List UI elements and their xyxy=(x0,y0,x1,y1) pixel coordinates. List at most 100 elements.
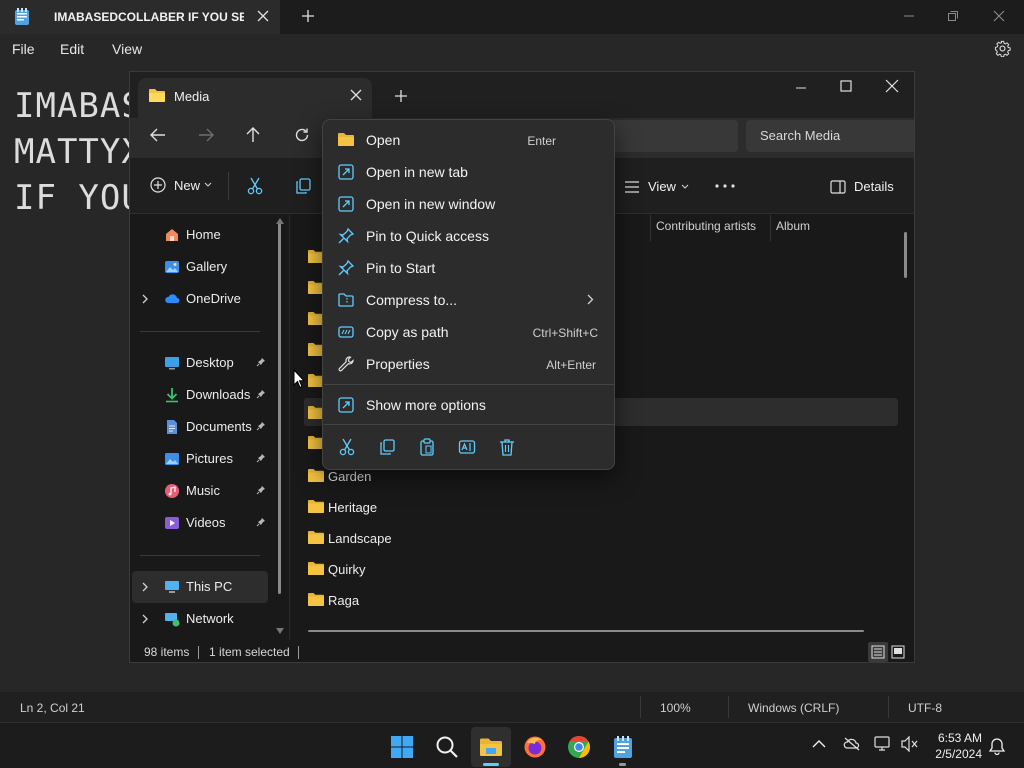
close-window-icon[interactable] xyxy=(885,79,899,93)
menu-file[interactable]: File xyxy=(12,41,35,57)
sidebar-item-network[interactable]: Network xyxy=(130,603,280,635)
sidebar-item-pictures[interactable]: Pictures xyxy=(130,443,280,475)
tiles-layout-icon[interactable] xyxy=(891,645,905,659)
line-ending[interactable]: Windows (CRLF) xyxy=(748,701,839,715)
settings-gear-icon[interactable] xyxy=(994,40,1011,57)
sidebar-item-this-pc[interactable]: This PC xyxy=(132,571,268,603)
list-item[interactable]: Heritage xyxy=(304,491,894,522)
menu-item-properties[interactable]: Properties Alt+Enter xyxy=(327,348,610,380)
menu-item-copy-as-path[interactable]: Copy as path Ctrl+Shift+C xyxy=(327,316,610,348)
taskbar-notepad[interactable] xyxy=(603,727,643,767)
volume-muted-icon[interactable] xyxy=(901,736,919,752)
copy-icon[interactable] xyxy=(379,439,395,455)
network-status-icon[interactable] xyxy=(874,736,892,752)
restore-icon[interactable] xyxy=(946,9,960,23)
refresh-icon[interactable] xyxy=(294,127,310,143)
sidebar-item-gallery[interactable]: Gallery xyxy=(130,251,280,283)
minimize-icon[interactable] xyxy=(794,81,808,95)
sidebar-item-documents[interactable]: Documents xyxy=(130,411,280,443)
notepad-tab[interactable]: IMABASEDCOLLABER IF YOU SEE T xyxy=(0,0,280,34)
cut-icon[interactable] xyxy=(339,438,355,456)
new-tab-icon[interactable] xyxy=(301,9,315,23)
encoding[interactable]: UTF-8 xyxy=(908,701,942,715)
close-window-icon[interactable] xyxy=(992,9,1006,23)
start-button[interactable] xyxy=(382,727,422,767)
taskbar-search-button[interactable] xyxy=(427,727,467,767)
new-tab-icon[interactable] xyxy=(394,89,408,103)
rename-icon[interactable] xyxy=(458,438,476,456)
column-album[interactable]: Album xyxy=(776,219,810,233)
status-divider xyxy=(728,696,729,718)
menu-edit[interactable]: Edit xyxy=(60,41,84,57)
close-tab-icon[interactable] xyxy=(256,9,270,23)
taskbar-chrome[interactable] xyxy=(559,727,599,767)
sidebar-item-home[interactable]: Home xyxy=(130,219,280,251)
pin-icon[interactable] xyxy=(256,453,266,463)
notification-bell-icon[interactable] xyxy=(989,737,1005,755)
menu-item-open[interactable]: Open Enter xyxy=(327,124,610,156)
horizontal-scrollbar[interactable] xyxy=(308,630,864,632)
details-button[interactable]: Details xyxy=(830,179,900,197)
sidebar-item-music[interactable]: Music xyxy=(130,475,280,507)
sidebar-item-label: Documents xyxy=(186,419,252,434)
forward-arrow-icon[interactable] xyxy=(198,128,214,142)
menu-item-shortcut: Ctrl+Shift+C xyxy=(532,326,598,340)
column-contributing-artists[interactable]: Contributing artists xyxy=(656,219,756,233)
more-options-icon[interactable] xyxy=(715,184,735,188)
taskbar-firefox[interactable] xyxy=(515,727,555,767)
menu-item-open-new-window[interactable]: Open in new window xyxy=(327,188,610,220)
pin-icon[interactable] xyxy=(256,485,266,495)
taskbar: 6:53 AM 2/5/2024 xyxy=(0,722,1024,768)
sidebar-item-label: Music xyxy=(186,483,220,498)
details-view-toggle[interactable] xyxy=(868,642,888,662)
onedrive-offline-icon[interactable] xyxy=(843,737,861,751)
explorer-tab-media[interactable]: Media xyxy=(138,78,372,118)
copy-icon[interactable] xyxy=(295,178,311,194)
list-item[interactable]: Raga xyxy=(304,584,894,615)
pin-icon[interactable] xyxy=(256,517,266,527)
cut-icon[interactable] xyxy=(247,177,263,195)
search-box[interactable]: Search Media xyxy=(746,120,914,152)
menu-separator xyxy=(324,424,615,425)
pin-icon[interactable] xyxy=(256,357,266,367)
menu-item-label: Compress to... xyxy=(366,292,458,308)
scroll-down-icon[interactable] xyxy=(276,628,284,634)
delete-icon[interactable] xyxy=(499,438,515,456)
pin-icon[interactable] xyxy=(256,389,266,399)
back-arrow-icon[interactable] xyxy=(150,128,166,142)
menu-item-open-new-tab[interactable]: Open in new tab xyxy=(327,156,610,188)
sidebar-scrollbar[interactable] xyxy=(278,222,281,594)
menu-item-label: Copy as path xyxy=(366,324,449,340)
up-arrow-icon[interactable] xyxy=(246,127,260,143)
menu-item-pin-start[interactable]: Pin to Start xyxy=(327,252,610,284)
status-divider xyxy=(888,696,889,718)
chevron-up-icon[interactable] xyxy=(812,739,826,748)
list-item[interactable]: Quirky xyxy=(304,553,894,584)
paste-icon[interactable] xyxy=(419,438,435,456)
sidebar-item-desktop[interactable]: Desktop xyxy=(130,347,280,379)
music-icon xyxy=(164,483,180,499)
new-button[interactable]: New xyxy=(150,177,216,199)
zoom-level[interactable]: 100% xyxy=(660,701,691,715)
taskbar-file-explorer[interactable] xyxy=(471,727,511,767)
scroll-up-icon[interactable] xyxy=(276,218,284,224)
menu-item-compress[interactable]: Compress to... xyxy=(327,284,610,316)
sidebar-item-label: Pictures xyxy=(186,451,233,466)
explorer-statusbar: 98 items 1 item selected xyxy=(130,642,914,662)
sidebar-item-onedrive[interactable]: OneDrive xyxy=(130,283,280,315)
view-button[interactable]: View xyxy=(624,179,692,197)
close-tab-icon[interactable] xyxy=(350,89,362,101)
file-name: Quirky xyxy=(328,562,366,577)
pin-icon[interactable] xyxy=(256,421,266,431)
menu-item-show-more-options[interactable]: Show more options xyxy=(327,389,610,421)
menu-view[interactable]: View xyxy=(112,41,142,57)
content-scrollbar[interactable] xyxy=(904,232,907,278)
folder-icon xyxy=(308,530,324,544)
maximize-icon[interactable] xyxy=(839,79,853,93)
system-clock[interactable]: 6:53 AM 2/5/2024 xyxy=(930,730,982,762)
minimize-icon[interactable] xyxy=(902,9,916,23)
list-item[interactable]: Landscape xyxy=(304,522,894,553)
sidebar-item-videos[interactable]: Videos xyxy=(130,507,280,539)
sidebar-item-downloads[interactable]: Downloads xyxy=(130,379,280,411)
menu-item-pin-quick-access[interactable]: Pin to Quick access xyxy=(327,220,610,252)
